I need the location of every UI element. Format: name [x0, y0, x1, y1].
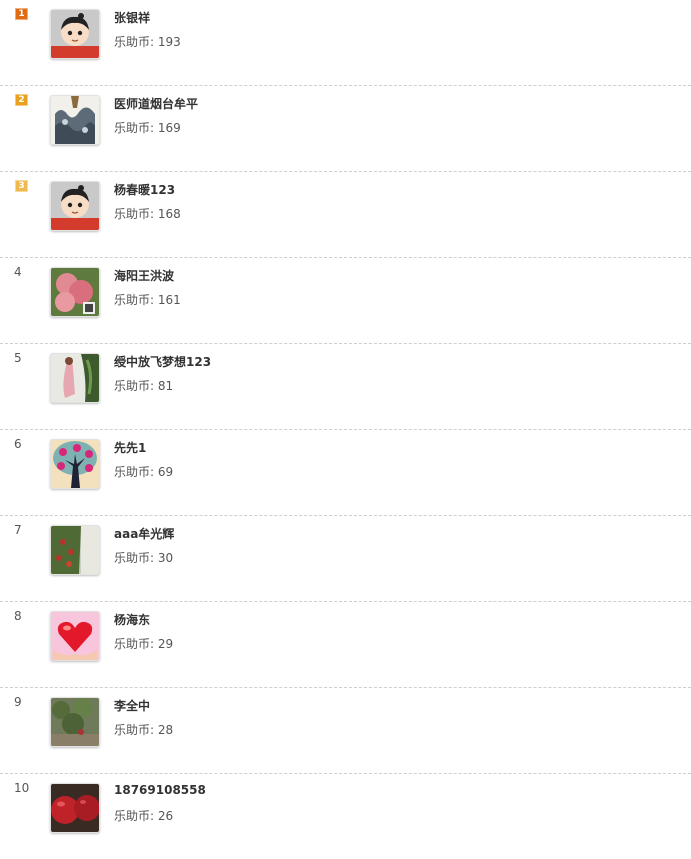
rank-number: 10: [14, 781, 30, 795]
user-name[interactable]: 绶中放飞梦想123: [114, 353, 211, 370]
coin-label: 乐助币:: [114, 379, 158, 393]
user-name[interactable]: 先先1: [114, 439, 146, 456]
coin-value: 168: [157, 207, 181, 221]
user-name[interactable]: 医师道烟台牟平: [114, 95, 198, 112]
cartoon-boy-avatar[interactable]: [50, 9, 100, 59]
coin-value: 161: [157, 293, 181, 307]
coin-value: 28: [157, 723, 174, 737]
leaderboard-row: 7 aaa牟光辉 乐助币: 30: [0, 516, 691, 602]
orchard-photo-avatar[interactable]: [50, 697, 100, 747]
coin-count: 乐助币: 168: [114, 205, 181, 222]
heart-hands-avatar[interactable]: [50, 611, 100, 661]
coin-label: 乐助币:: [114, 465, 158, 479]
rank-badge-silver: 2: [15, 94, 28, 106]
blue-white-vase-avatar[interactable]: [50, 95, 100, 145]
coin-count: 乐助币: 26: [114, 807, 173, 824]
leaderboard-row: 8 杨海东 乐助币: 29: [0, 602, 691, 688]
user-name[interactable]: aaa牟光辉: [114, 525, 174, 542]
coin-value: 29: [157, 637, 174, 651]
user-name[interactable]: 张银祥: [114, 9, 150, 26]
coin-value: 169: [157, 121, 181, 135]
coin-count: 乐助币: 69: [114, 463, 173, 480]
coin-count: 乐助币: 81: [114, 377, 173, 394]
user-name[interactable]: 李全中: [114, 697, 150, 714]
rank-number: 6: [14, 437, 22, 451]
leaderboard-row: 10 18769108558 乐助币: 26: [0, 774, 691, 859]
user-name[interactable]: 海阳王洪波: [114, 267, 174, 284]
fruit-tree-photo-avatar[interactable]: [50, 525, 100, 575]
coin-count: 乐助币: 193: [114, 33, 181, 50]
cartoon-boy-avatar[interactable]: [50, 181, 100, 231]
coin-count: 乐助币: 30: [114, 549, 173, 566]
red-apples-avatar[interactable]: [50, 783, 100, 833]
person-garden-avatar[interactable]: [50, 353, 100, 403]
rank-badge-bronze: 3: [15, 180, 28, 192]
coin-value: 193: [157, 35, 181, 49]
coin-label: 乐助币:: [114, 809, 158, 823]
user-name[interactable]: 杨春暖123: [114, 181, 175, 198]
rank-number: 9: [14, 695, 22, 709]
coin-value: 30: [157, 551, 174, 565]
leaderboard-row: 9 李全中 乐助币: 28: [0, 688, 691, 774]
leaderboard-row: 1 张银祥 乐助币: 193: [0, 0, 691, 86]
rank-number: 4: [14, 265, 22, 279]
coin-label: 乐助币:: [114, 293, 158, 307]
coin-label: 乐助币:: [114, 35, 158, 49]
rank-badge-gold: 1: [15, 8, 28, 20]
coin-label: 乐助币:: [114, 551, 158, 565]
leaderboard-row: 5 绶中放飞梦想123 乐助币: 81: [0, 344, 691, 430]
coin-count: 乐助币: 29: [114, 635, 173, 652]
coin-label: 乐助币:: [114, 723, 158, 737]
leaderboard-list: 1 张银祥 乐助币: 193 2 医师道烟台牟平 乐助币: 169 3 杨春暖1…: [0, 0, 691, 859]
coin-label: 乐助币:: [114, 207, 158, 221]
rank-number: 8: [14, 609, 22, 623]
leaderboard-row: 6 先先1 乐助币: 69: [0, 430, 691, 516]
coin-count: 乐助币: 161: [114, 291, 181, 308]
coin-label: 乐助币:: [114, 121, 158, 135]
rank-number: 5: [14, 351, 22, 365]
leaderboard-row: 2 医师道烟台牟平 乐助币: 169: [0, 86, 691, 172]
coin-count: 乐助币: 169: [114, 119, 181, 136]
apple-tree-drawing-avatar[interactable]: [50, 439, 100, 489]
user-name[interactable]: 杨海东: [114, 611, 150, 628]
coin-count: 乐助币: 28: [114, 721, 173, 738]
rank-number: 7: [14, 523, 22, 537]
user-name[interactable]: 18769108558: [114, 783, 206, 797]
peach-fruit-avatar[interactable]: [50, 267, 100, 317]
leaderboard-row: 4 海阳王洪波 乐助币: 161: [0, 258, 691, 344]
coin-value: 81: [157, 379, 174, 393]
leaderboard-row: 3 杨春暖123 乐助币: 168: [0, 172, 691, 258]
coin-label: 乐助币:: [114, 637, 158, 651]
coin-value: 69: [157, 465, 174, 479]
coin-value: 26: [157, 809, 174, 823]
